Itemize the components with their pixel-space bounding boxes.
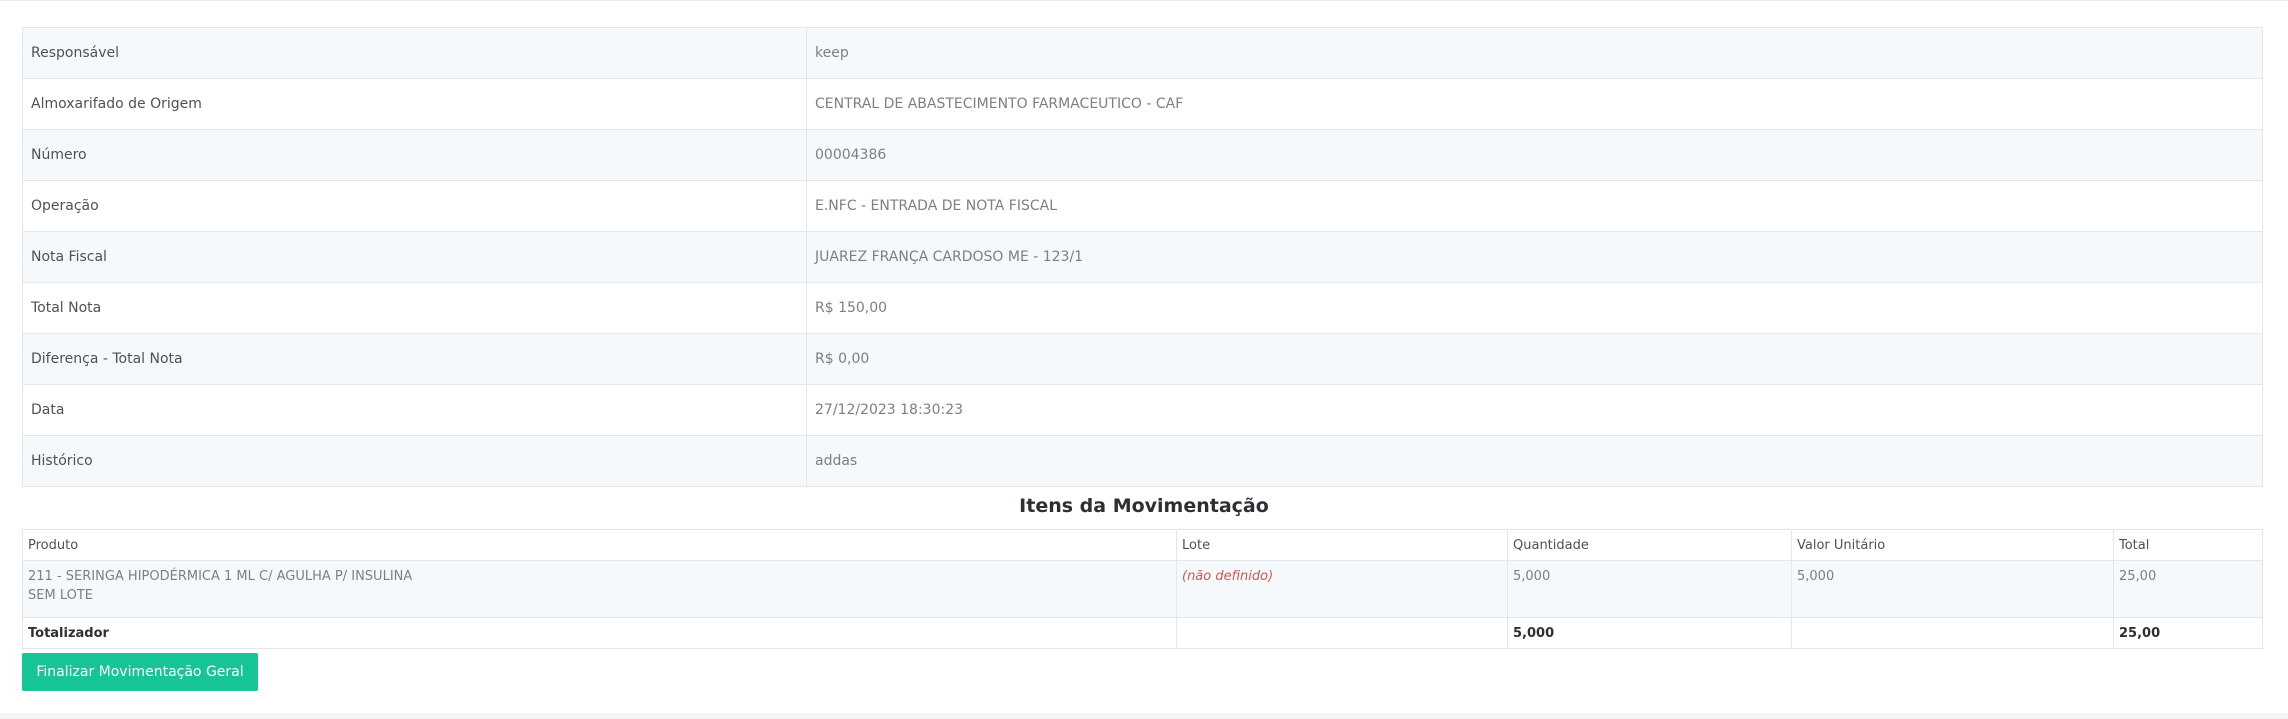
column-header-valor-unitario: Valor Unitário	[1791, 529, 2114, 561]
cell-produto: 211 - SERINGA HIPODÉRMICA 1 ML C/ AGULHA…	[22, 560, 1177, 618]
totalizer-quantidade: 5,000	[1507, 617, 1792, 649]
detail-value: addas	[806, 435, 2263, 487]
detail-label: Total Nota	[22, 282, 807, 334]
cell-lote: (não definido)	[1176, 560, 1508, 618]
movement-detail-panel: Responsável keep Almoxarifado de Origem …	[0, 0, 2288, 713]
detail-row-total-nota: Total Nota R$ 150,00	[22, 282, 2263, 334]
detail-value: R$ 150,00	[806, 282, 2263, 334]
detail-value: JUAREZ FRANÇA CARDOSO ME - 123/1	[806, 231, 2263, 283]
detail-label: Almoxarifado de Origem	[22, 78, 807, 130]
column-header-lote: Lote	[1176, 529, 1508, 561]
detail-label: Data	[22, 384, 807, 436]
items-section-title: Itens da Movimentação	[1019, 495, 1269, 517]
detail-value: R$ 0,00	[806, 333, 2263, 385]
valor-unitario-value: 5,000	[1797, 569, 1835, 584]
column-header-quantidade: Quantidade	[1507, 529, 1792, 561]
detail-value: E.NFC - ENTRADA DE NOTA FISCAL	[806, 180, 2263, 232]
product-name: 211 - SERINGA HIPODÉRMICA 1 ML C/ AGULHA…	[28, 569, 413, 584]
detail-row-nota-fiscal: Nota Fiscal JUAREZ FRANÇA CARDOSO ME - 1…	[22, 231, 2263, 283]
total-value: 25,00	[2119, 569, 2157, 584]
column-header-total: Total	[2113, 529, 2263, 561]
detail-value: 00004386	[806, 129, 2263, 181]
detail-label: Responsável	[22, 27, 807, 79]
quantidade-value: 5,000	[1513, 569, 1551, 584]
cell-quantidade: 5,000	[1507, 560, 1792, 618]
cell-valor-unitario: 5,000	[1791, 560, 2114, 618]
items-header-row: Produto Lote Quantidade Valor Unitário T…	[22, 529, 2263, 561]
detail-row-responsavel: Responsável keep	[22, 27, 2263, 79]
detail-label: Número	[22, 129, 807, 181]
detail-row-data: Data 27/12/2023 18:30:23	[22, 384, 2263, 436]
detail-label: Histórico	[22, 435, 807, 487]
column-header-produto: Produto	[22, 529, 1177, 561]
detail-row-operacao: Operação E.NFC - ENTRADA DE NOTA FISCAL	[22, 180, 2263, 232]
lote-undefined: (não definido)	[1182, 569, 1274, 584]
detail-value: keep	[806, 27, 2263, 79]
totalizer-label: Totalizador	[22, 617, 1177, 649]
detail-value: 27/12/2023 18:30:23	[806, 384, 2263, 436]
cell-total: 25,00	[2113, 560, 2263, 618]
totalizer-lote	[1176, 617, 1508, 649]
detail-row-diferenca-total-nota: Diferença - Total Nota R$ 0,00	[22, 333, 2263, 385]
detail-label: Operação	[22, 180, 807, 232]
movement-details-table: Responsável keep Almoxarifado de Origem …	[22, 27, 2263, 487]
detail-value: CENTRAL DE ABASTECIMENTO FARMACEUTICO - …	[806, 78, 2263, 130]
totalizer-valor-unitario	[1791, 617, 2114, 649]
detail-row-numero: Número 00004386	[22, 129, 2263, 181]
detail-label: Diferença - Total Nota	[22, 333, 807, 385]
detail-row-historico: Histórico addas	[22, 435, 2263, 487]
totalizer-total: 25,00	[2113, 617, 2263, 649]
movement-items-table: Produto Lote Quantidade Valor Unitário T…	[22, 529, 2263, 649]
detail-label: Nota Fiscal	[22, 231, 807, 283]
product-lot-note: SEM LOTE	[28, 588, 93, 603]
finalize-movement-button[interactable]: Finalizar Movimentação Geral	[22, 653, 258, 691]
detail-row-almoxarifado-origem: Almoxarifado de Origem CENTRAL DE ABASTE…	[22, 78, 2263, 130]
table-row: 211 - SERINGA HIPODÉRMICA 1 ML C/ AGULHA…	[22, 560, 2263, 618]
totalizer-row: Totalizador 5,000 25,00	[22, 617, 2263, 649]
